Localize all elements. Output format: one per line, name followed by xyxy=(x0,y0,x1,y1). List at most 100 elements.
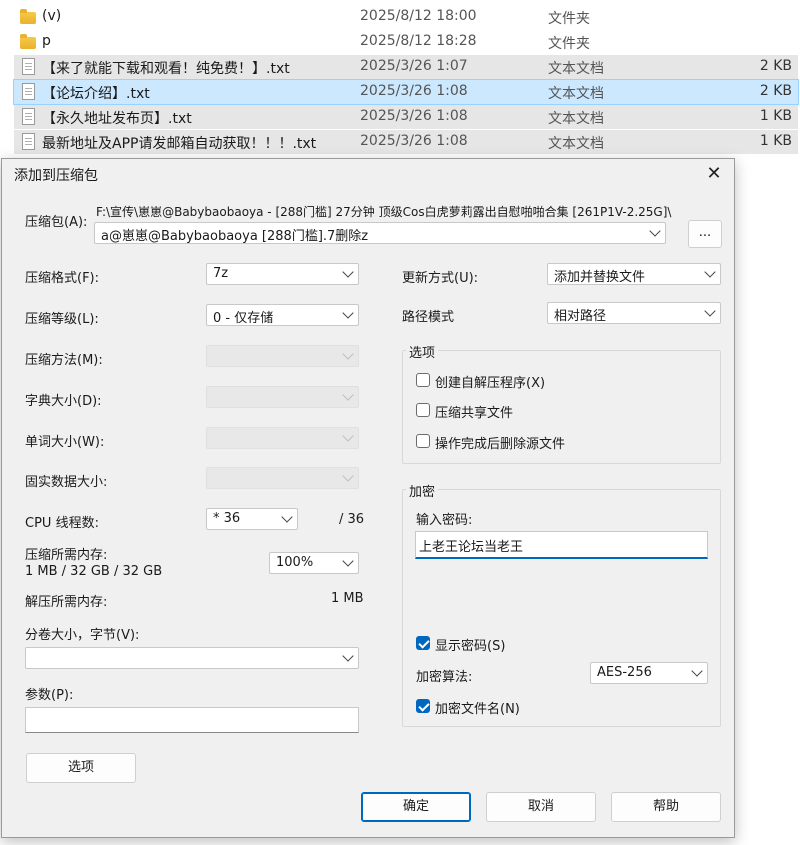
parameters-input[interactable] xyxy=(25,707,359,733)
show-password-label[interactable]: 显示密码(S) xyxy=(435,635,505,654)
encryption-method-label: 加密算法: xyxy=(416,670,473,685)
file-type: 文件夹 xyxy=(548,36,590,52)
cancel-button-label: 取消 xyxy=(527,799,554,814)
file-date: 2025/3/26 1:08 xyxy=(360,83,468,99)
delete-after-label[interactable]: 操作完成后删除源文件 xyxy=(435,433,565,452)
file-date: 2025/8/12 18:00 xyxy=(360,8,477,24)
archive-name-value: a@崽崽@Babybaobaoya [288门槛].7删除z xyxy=(101,229,369,244)
chevron-down-icon xyxy=(342,389,354,401)
chevron-down-icon xyxy=(342,650,354,662)
encryption-group-title: 加密 xyxy=(406,481,439,500)
volume-size-combo[interactable] xyxy=(25,647,359,669)
format-label: 压缩格式(F): xyxy=(25,271,100,286)
path-mode-select[interactable]: 相对路径 xyxy=(547,302,721,324)
encryption-method-value: AES-256 xyxy=(597,665,652,680)
file-date: 2025/3/26 1:08 xyxy=(360,108,468,124)
dictionary-select[interactable] xyxy=(206,386,359,408)
help-button[interactable]: 帮助 xyxy=(611,792,721,822)
update-mode-label: 更新方式(U): xyxy=(402,271,479,286)
solid-size-select[interactable] xyxy=(206,467,359,489)
file-name: (v) xyxy=(42,8,62,24)
file-row-folder-v[interactable]: (v) 2025/8/12 18:00 文件夹 xyxy=(14,5,798,29)
chevron-down-icon xyxy=(342,348,354,360)
path-mode-label: 路径模式 xyxy=(402,310,455,325)
chevron-down-icon xyxy=(704,266,716,278)
path-mode-value: 相对路径 xyxy=(554,309,607,324)
memory-decompress-value: 1 MB xyxy=(331,591,364,606)
file-row-txt-selected[interactable]: 【论坛介绍】.txt 2025/3/26 1:08 文本文档 2 KB xyxy=(13,79,799,105)
folder-icon xyxy=(20,34,36,49)
file-row-folder-p[interactable]: p 2025/8/12 18:28 文件夹 xyxy=(14,30,798,54)
memory-compress-value: 1 MB / 32 GB / 32 GB xyxy=(25,564,163,579)
method-select[interactable] xyxy=(206,345,359,367)
file-size: 2 KB xyxy=(759,83,792,99)
threads-select[interactable]: * 36 xyxy=(206,508,298,530)
level-label: 压缩等级(L): xyxy=(25,312,99,327)
level-value: 0 - 仅存储 xyxy=(213,311,274,326)
options-button-label: 选项 xyxy=(67,760,94,775)
help-button-label: 帮助 xyxy=(652,799,679,814)
sfx-label[interactable]: 创建自解压程序(X) xyxy=(435,372,545,391)
threads-value: * 36 xyxy=(213,511,241,526)
chevron-down-icon xyxy=(342,266,354,278)
update-mode-select[interactable]: 添加并替换文件 xyxy=(547,263,721,285)
chevron-down-icon xyxy=(691,665,703,677)
file-name: 【论坛介绍】.txt xyxy=(42,86,150,102)
file-row-txt[interactable]: 最新地址及APP请发邮箱自动获取！！！.txt 2025/3/26 1:08 文… xyxy=(14,130,798,154)
file-date: 2025/8/12 18:28 xyxy=(360,33,477,49)
memory-percent-select[interactable]: 100% xyxy=(269,552,359,574)
encrypt-names-checkbox[interactable] xyxy=(416,699,430,713)
text-file-icon xyxy=(22,108,35,125)
shared-files-label[interactable]: 压缩共享文件 xyxy=(435,402,513,421)
password-value: 上老王论坛当老王 xyxy=(419,540,524,555)
browse-button[interactable]: ... xyxy=(688,220,722,248)
close-button[interactable]: ✕ xyxy=(694,159,734,189)
ok-button[interactable]: 确定 xyxy=(361,792,471,822)
method-label: 压缩方法(M): xyxy=(25,353,103,368)
memory-percent-value: 100% xyxy=(276,555,314,570)
file-row-txt[interactable]: 【永久地址发布页】.txt 2025/3/26 1:08 文本文档 1 KB xyxy=(14,105,798,129)
sfx-checkbox[interactable] xyxy=(416,373,430,387)
file-size: 1 KB xyxy=(759,133,792,149)
show-password-checkbox[interactable] xyxy=(416,636,430,650)
file-size: 2 KB xyxy=(759,58,792,74)
word-size-label: 单词大小(W): xyxy=(25,435,105,450)
archive-name-combo[interactable]: a@崽崽@Babybaobaoya [288门槛].7删除z xyxy=(94,222,666,244)
file-name: 【永久地址发布页】.txt xyxy=(42,111,192,127)
encryption-method-select[interactable]: AES-256 xyxy=(590,662,708,684)
file-list: (v) 2025/8/12 18:00 文件夹 p 2025/8/12 18:2… xyxy=(0,0,800,160)
folder-icon xyxy=(20,9,36,24)
solid-size-label: 固实数据大小: xyxy=(25,475,108,490)
encrypt-names-label[interactable]: 加密文件名(N) xyxy=(435,698,520,717)
file-name: p xyxy=(42,33,51,49)
chevron-down-icon xyxy=(281,511,293,523)
options-button[interactable]: 选项 xyxy=(26,753,136,783)
file-name: 最新地址及APP请发邮箱自动获取！！！.txt xyxy=(42,136,317,152)
delete-after-checkbox[interactable] xyxy=(416,434,430,448)
threads-label: CPU 线程数: xyxy=(25,516,99,531)
archive-label: 压缩包(A): xyxy=(25,215,88,230)
format-value: 7z xyxy=(213,266,229,281)
word-size-select[interactable] xyxy=(206,427,359,449)
ok-button-label: 确定 xyxy=(402,799,429,814)
chevron-down-icon xyxy=(342,470,354,482)
text-file-icon xyxy=(22,133,35,150)
file-date: 2025/3/26 1:08 xyxy=(360,133,468,149)
file-row-txt[interactable]: 【来了就能下载和观看！纯免费！】.txt 2025/3/26 1:07 文本文档… xyxy=(14,55,798,79)
title-bar[interactable]: 添加到压缩包 ✕ xyxy=(2,159,734,189)
file-size: 1 KB xyxy=(759,108,792,124)
cancel-button[interactable]: 取消 xyxy=(486,792,596,822)
dialog-title: 添加到压缩包 xyxy=(14,168,98,184)
text-file-icon xyxy=(22,83,35,100)
memory-decompress-label: 解压所需内存: xyxy=(25,595,108,610)
shared-files-checkbox[interactable] xyxy=(416,403,430,417)
password-label: 输入密码: xyxy=(416,513,473,528)
chevron-down-icon xyxy=(342,307,354,319)
file-name: 【来了就能下载和观看！纯免费！】.txt xyxy=(42,61,290,77)
format-select[interactable]: 7z xyxy=(206,263,359,285)
level-select[interactable]: 0 - 仅存储 xyxy=(206,304,359,326)
chevron-down-icon xyxy=(704,305,716,317)
browse-button-label: ... xyxy=(698,225,712,240)
password-input[interactable]: 上老王论坛当老王 xyxy=(415,531,708,559)
chevron-down-icon xyxy=(342,555,354,567)
